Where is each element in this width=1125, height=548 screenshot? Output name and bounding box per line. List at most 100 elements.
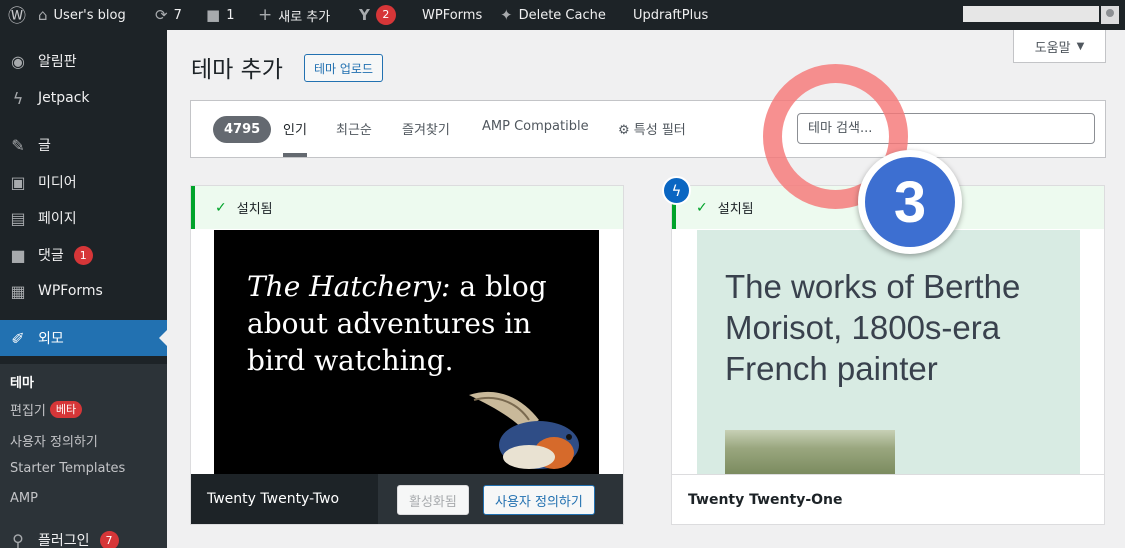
user-name-redacted[interactable] <box>963 6 1099 22</box>
menu-comments-label: 댓글 <box>38 248 64 264</box>
menu-appearance[interactable]: ✐ 외모 <box>0 320 167 356</box>
wpforms-link[interactable]: WPForms <box>422 0 482 30</box>
installed-label: 설치됨 <box>717 202 754 217</box>
menu-jetpack[interactable]: ϟ Jetpack <box>0 80 167 116</box>
theme-card-footer: Twenty Twenty-Two 활성화됨 사용자 정의하기 <box>191 474 623 524</box>
tab-popular[interactable]: 인기 <box>283 119 307 157</box>
comments-badge: 1 <box>73 245 93 265</box>
pin-icon: ✎ <box>11 135 25 155</box>
new-content-link[interactable]: + 새로 추가 <box>258 0 330 30</box>
submenu-themes-label: 테마 <box>10 376 34 391</box>
updates-link[interactable]: ⟳ 7 <box>155 0 182 30</box>
submenu-themes[interactable]: 테마 <box>10 372 34 391</box>
site-name-link[interactable]: ⌂ User's blog <box>38 0 126 30</box>
avatar[interactable] <box>1101 6 1119 24</box>
submenu-amp-label: AMP <box>10 491 38 506</box>
comment-icon: ■ <box>10 245 26 265</box>
comments-count: 1 <box>226 7 235 23</box>
menu-posts-label: 글 <box>38 138 51 154</box>
plugin-icon: ⚲ <box>12 530 24 548</box>
tab-favorites[interactable]: 즐겨찾기 <box>402 119 450 138</box>
plugins-badge: 7 <box>99 530 119 548</box>
tab-latest[interactable]: 최근순 <box>336 119 372 138</box>
menu-media[interactable]: ▣ 미디어 <box>0 164 167 200</box>
yoast-link[interactable]: Y 2 <box>359 0 396 30</box>
submenu-editor[interactable]: 편집기 베타 <box>10 400 83 419</box>
submenu-amp[interactable]: AMP <box>10 491 38 506</box>
theme-name: Twenty Twenty-Two <box>207 491 340 507</box>
help-button[interactable]: 도움말 ▼ <box>1013 30 1106 63</box>
plus-icon: + <box>258 5 273 25</box>
wordpress-logo[interactable]: Ⓦ <box>8 0 26 30</box>
media-icon: ▣ <box>10 172 26 192</box>
installed-notice: ✓ 설치됨 <box>191 186 623 229</box>
installed-label: 설치됨 <box>236 202 273 217</box>
pages-icon: ▤ <box>10 208 26 228</box>
amp-lightning-icon: ϟ <box>662 176 691 205</box>
menu-pages-label: 페이지 <box>38 211 77 227</box>
submenu-starter-label: Starter Templates <box>10 461 126 476</box>
delete-cache-link[interactable]: ✦ Delete Cache <box>500 0 606 30</box>
theme-name: Twenty Twenty-One <box>688 492 843 508</box>
dashboard-icon: ◉ <box>11 51 25 71</box>
screenshot-headline: The Hatchery: a blog about adventures in… <box>247 268 567 379</box>
menu-plugins[interactable]: ⚲ 플러그인 7 <box>0 522 167 548</box>
appearance-submenu: 테마 편집기 베타 사용자 정의하기 Starter Templates AMP <box>0 364 167 548</box>
jetpack-icon: ϟ <box>12 88 24 108</box>
page-title: 테마 추가 <box>191 57 283 83</box>
beta-badge: 베타 <box>49 401 83 418</box>
menu-dashboard[interactable]: ◉ 알림판 <box>0 43 167 79</box>
theme-card-twenty-twenty-two[interactable]: ✓ 설치됨 The Hatchery: a blog about adventu… <box>190 185 624 525</box>
menu-posts[interactable]: ✎ 글 <box>0 127 167 163</box>
updraftplus-link[interactable]: UpdraftPlus <box>633 0 708 30</box>
screenshot-headline-italic: The Hatchery: <box>247 270 451 303</box>
yoast-badge: 2 <box>375 5 396 25</box>
menu-comments[interactable]: ■ 댓글 1 <box>0 237 167 273</box>
cheetah-icon: ✦ <box>500 6 513 24</box>
admin-bar: Ⓦ ⌂ User's blog ⟳ 7 ■ 1 + 새로 추가 Y 2 WPFo… <box>0 0 1125 30</box>
admin-sidebar: ◉ 알림판 ϟ Jetpack ✎ 글 ▣ 미디어 ▤ 페이지 ■ 댓글 1 ▦… <box>0 30 167 548</box>
help-button-label: 도움말 <box>1034 40 1071 56</box>
menu-appearance-label: 외모 <box>38 331 64 347</box>
menu-wpforms[interactable]: ▦ WPForms <box>0 273 167 309</box>
submenu-editor-label: 편집기 <box>10 404 46 419</box>
tab-amp-compatible[interactable]: AMP Compatible <box>482 119 589 134</box>
theme-actions: 활성화됨 사용자 정의하기 <box>378 474 623 524</box>
activated-button: 활성화됨 <box>397 485 469 515</box>
checkmark-icon: ✓ <box>215 199 227 216</box>
refresh-icon: ⟳ <box>155 6 168 24</box>
bird-illustration <box>469 391 579 469</box>
wpforms-label: WPForms <box>422 7 483 23</box>
brush-icon: ✐ <box>11 328 25 348</box>
theme-card-footer: Twenty Twenty-One <box>672 474 1104 524</box>
feature-filter-label: 특성 필터 <box>633 123 686 138</box>
menu-pages[interactable]: ▤ 페이지 <box>0 200 167 236</box>
customize-button[interactable]: 사용자 정의하기 <box>483 485 595 515</box>
theme-filter-bar: 4795 인기 최근순 즐겨찾기 AMP Compatible ⚙ 특성 필터 <box>190 100 1106 158</box>
feature-filter-button[interactable]: ⚙ 특성 필터 <box>618 119 686 138</box>
menu-media-label: 미디어 <box>38 175 77 191</box>
gear-icon: ⚙ <box>618 123 630 138</box>
theme-count: 4795 <box>213 116 272 143</box>
submenu-customize-label: 사용자 정의하기 <box>10 435 98 450</box>
menu-wpforms-label: WPForms <box>38 283 103 299</box>
wordpress-icon: Ⓦ <box>8 6 26 27</box>
site-name: User's blog <box>53 7 126 23</box>
menu-jetpack-label: Jetpack <box>38 90 90 106</box>
menu-dashboard-label: 알림판 <box>38 54 77 70</box>
delete-cache-label: Delete Cache <box>518 7 606 23</box>
theme-screenshot[interactable]: The Hatchery: a blog about adventures in… <box>214 230 599 475</box>
theme-screenshot[interactable]: The works of Berthe Morisot, 1800s-era F… <box>697 230 1080 475</box>
submenu-starter-templates[interactable]: Starter Templates <box>10 461 125 476</box>
checkmark-icon: ✓ <box>696 199 708 216</box>
updates-count: 7 <box>173 7 182 23</box>
menu-plugins-label: 플러그인 <box>38 533 90 548</box>
step-number-badge: 3 <box>858 150 962 254</box>
comments-link[interactable]: ■ 1 <box>206 0 234 30</box>
caret-down-icon: ▼ <box>1076 40 1085 52</box>
new-content-label: 새로 추가 <box>278 9 331 25</box>
home-icon: ⌂ <box>38 6 48 24</box>
submenu-customize[interactable]: 사용자 정의하기 <box>10 431 98 450</box>
upload-theme-button[interactable]: 테마 업로드 <box>304 54 384 82</box>
screenshot-headline: The works of Berthe Morisot, 1800s-era F… <box>725 268 1021 387</box>
